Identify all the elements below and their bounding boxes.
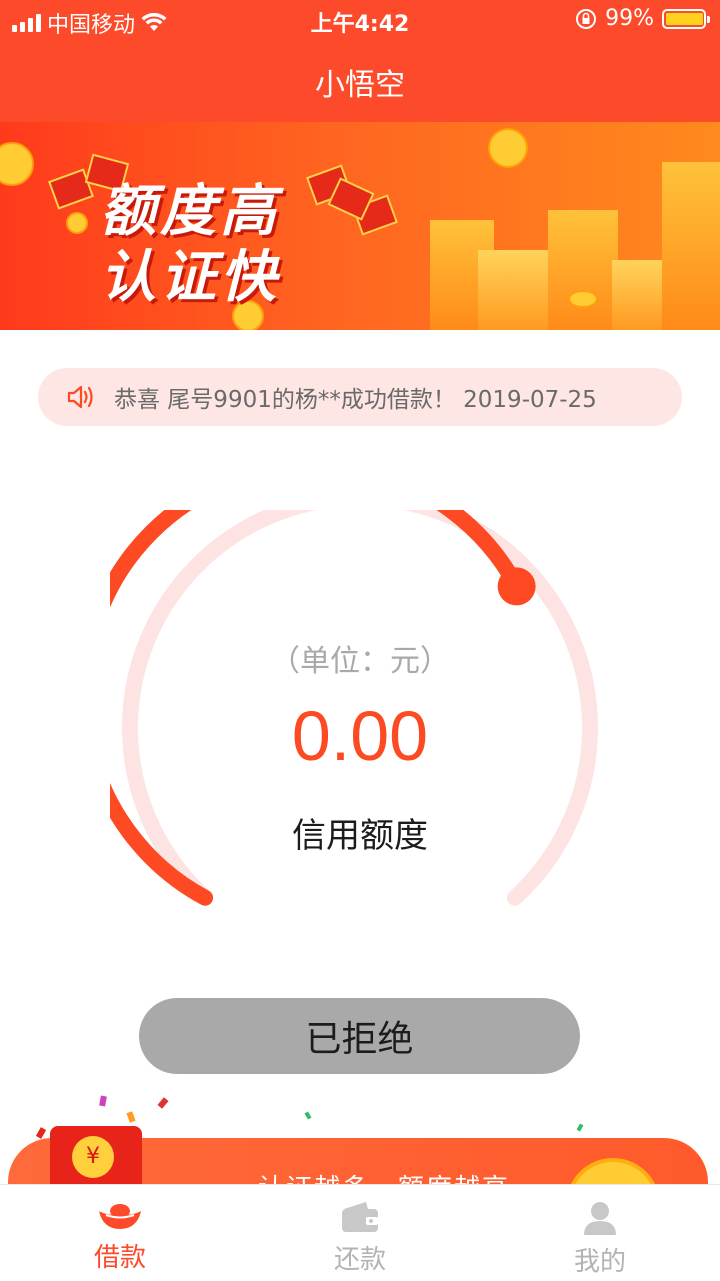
confetti-decoration <box>99 1095 107 1107</box>
coin-decoration <box>66 212 88 234</box>
promo-banner[interactable]: 额度高 认证快 <box>0 122 720 330</box>
gauge-knob <box>497 567 536 606</box>
banner-headline-2: 认证快 <box>100 245 280 310</box>
credit-amount: 0.00 <box>291 697 429 775</box>
building-illustration <box>662 162 720 330</box>
coin-decoration <box>568 290 598 308</box>
speaker-icon <box>67 385 93 409</box>
battery-percent: 99% <box>605 6 654 31</box>
tab-bar: 借款 还款 我的 <box>0 1184 720 1281</box>
building-illustration <box>612 260 662 330</box>
wallet-icon <box>342 1202 378 1232</box>
application-status-button[interactable]: 已拒绝 <box>139 998 580 1074</box>
announcement-bar: 恭喜 尾号9901的杨**成功借款！ 2019-07-25 <box>38 368 682 426</box>
confetti-decoration <box>35 1127 47 1139</box>
amount-unit: （单位：元） <box>270 644 450 679</box>
rotation-lock-icon <box>576 8 597 29</box>
tab-label: 还款 <box>333 1245 386 1275</box>
header: 中国移动 上午4:42 99% 小悟空 <box>0 0 720 122</box>
tab-repay[interactable]: 还款 <box>240 1185 480 1281</box>
ingot-icon <box>99 1204 141 1229</box>
confetti-decoration <box>304 1111 312 1120</box>
tab-mine[interactable]: 我的 <box>480 1185 720 1281</box>
credit-label: 信用额度 <box>292 816 428 856</box>
tab-label: 我的 <box>573 1247 626 1277</box>
battery-icon <box>662 8 710 29</box>
announcement-text: 恭喜 尾号9901的杨**成功借款！ 2019-07-25 <box>114 387 597 413</box>
building-illustration <box>478 250 548 330</box>
confetti-decoration <box>157 1097 169 1109</box>
building-illustration <box>548 210 618 330</box>
coin-decoration <box>488 128 528 168</box>
confetti-decoration <box>576 1123 584 1132</box>
yuan-coin-icon: ¥ <box>72 1136 114 1178</box>
confetti-decoration <box>126 1111 136 1123</box>
coin-decoration <box>0 142 34 186</box>
person-icon <box>584 1202 616 1235</box>
tab-label: 借款 <box>93 1243 146 1273</box>
page-title: 小悟空 <box>315 68 405 103</box>
status-bar: 中国移动 上午4:42 99% <box>0 0 720 40</box>
tab-borrow[interactable]: 借款 <box>0 1185 240 1281</box>
